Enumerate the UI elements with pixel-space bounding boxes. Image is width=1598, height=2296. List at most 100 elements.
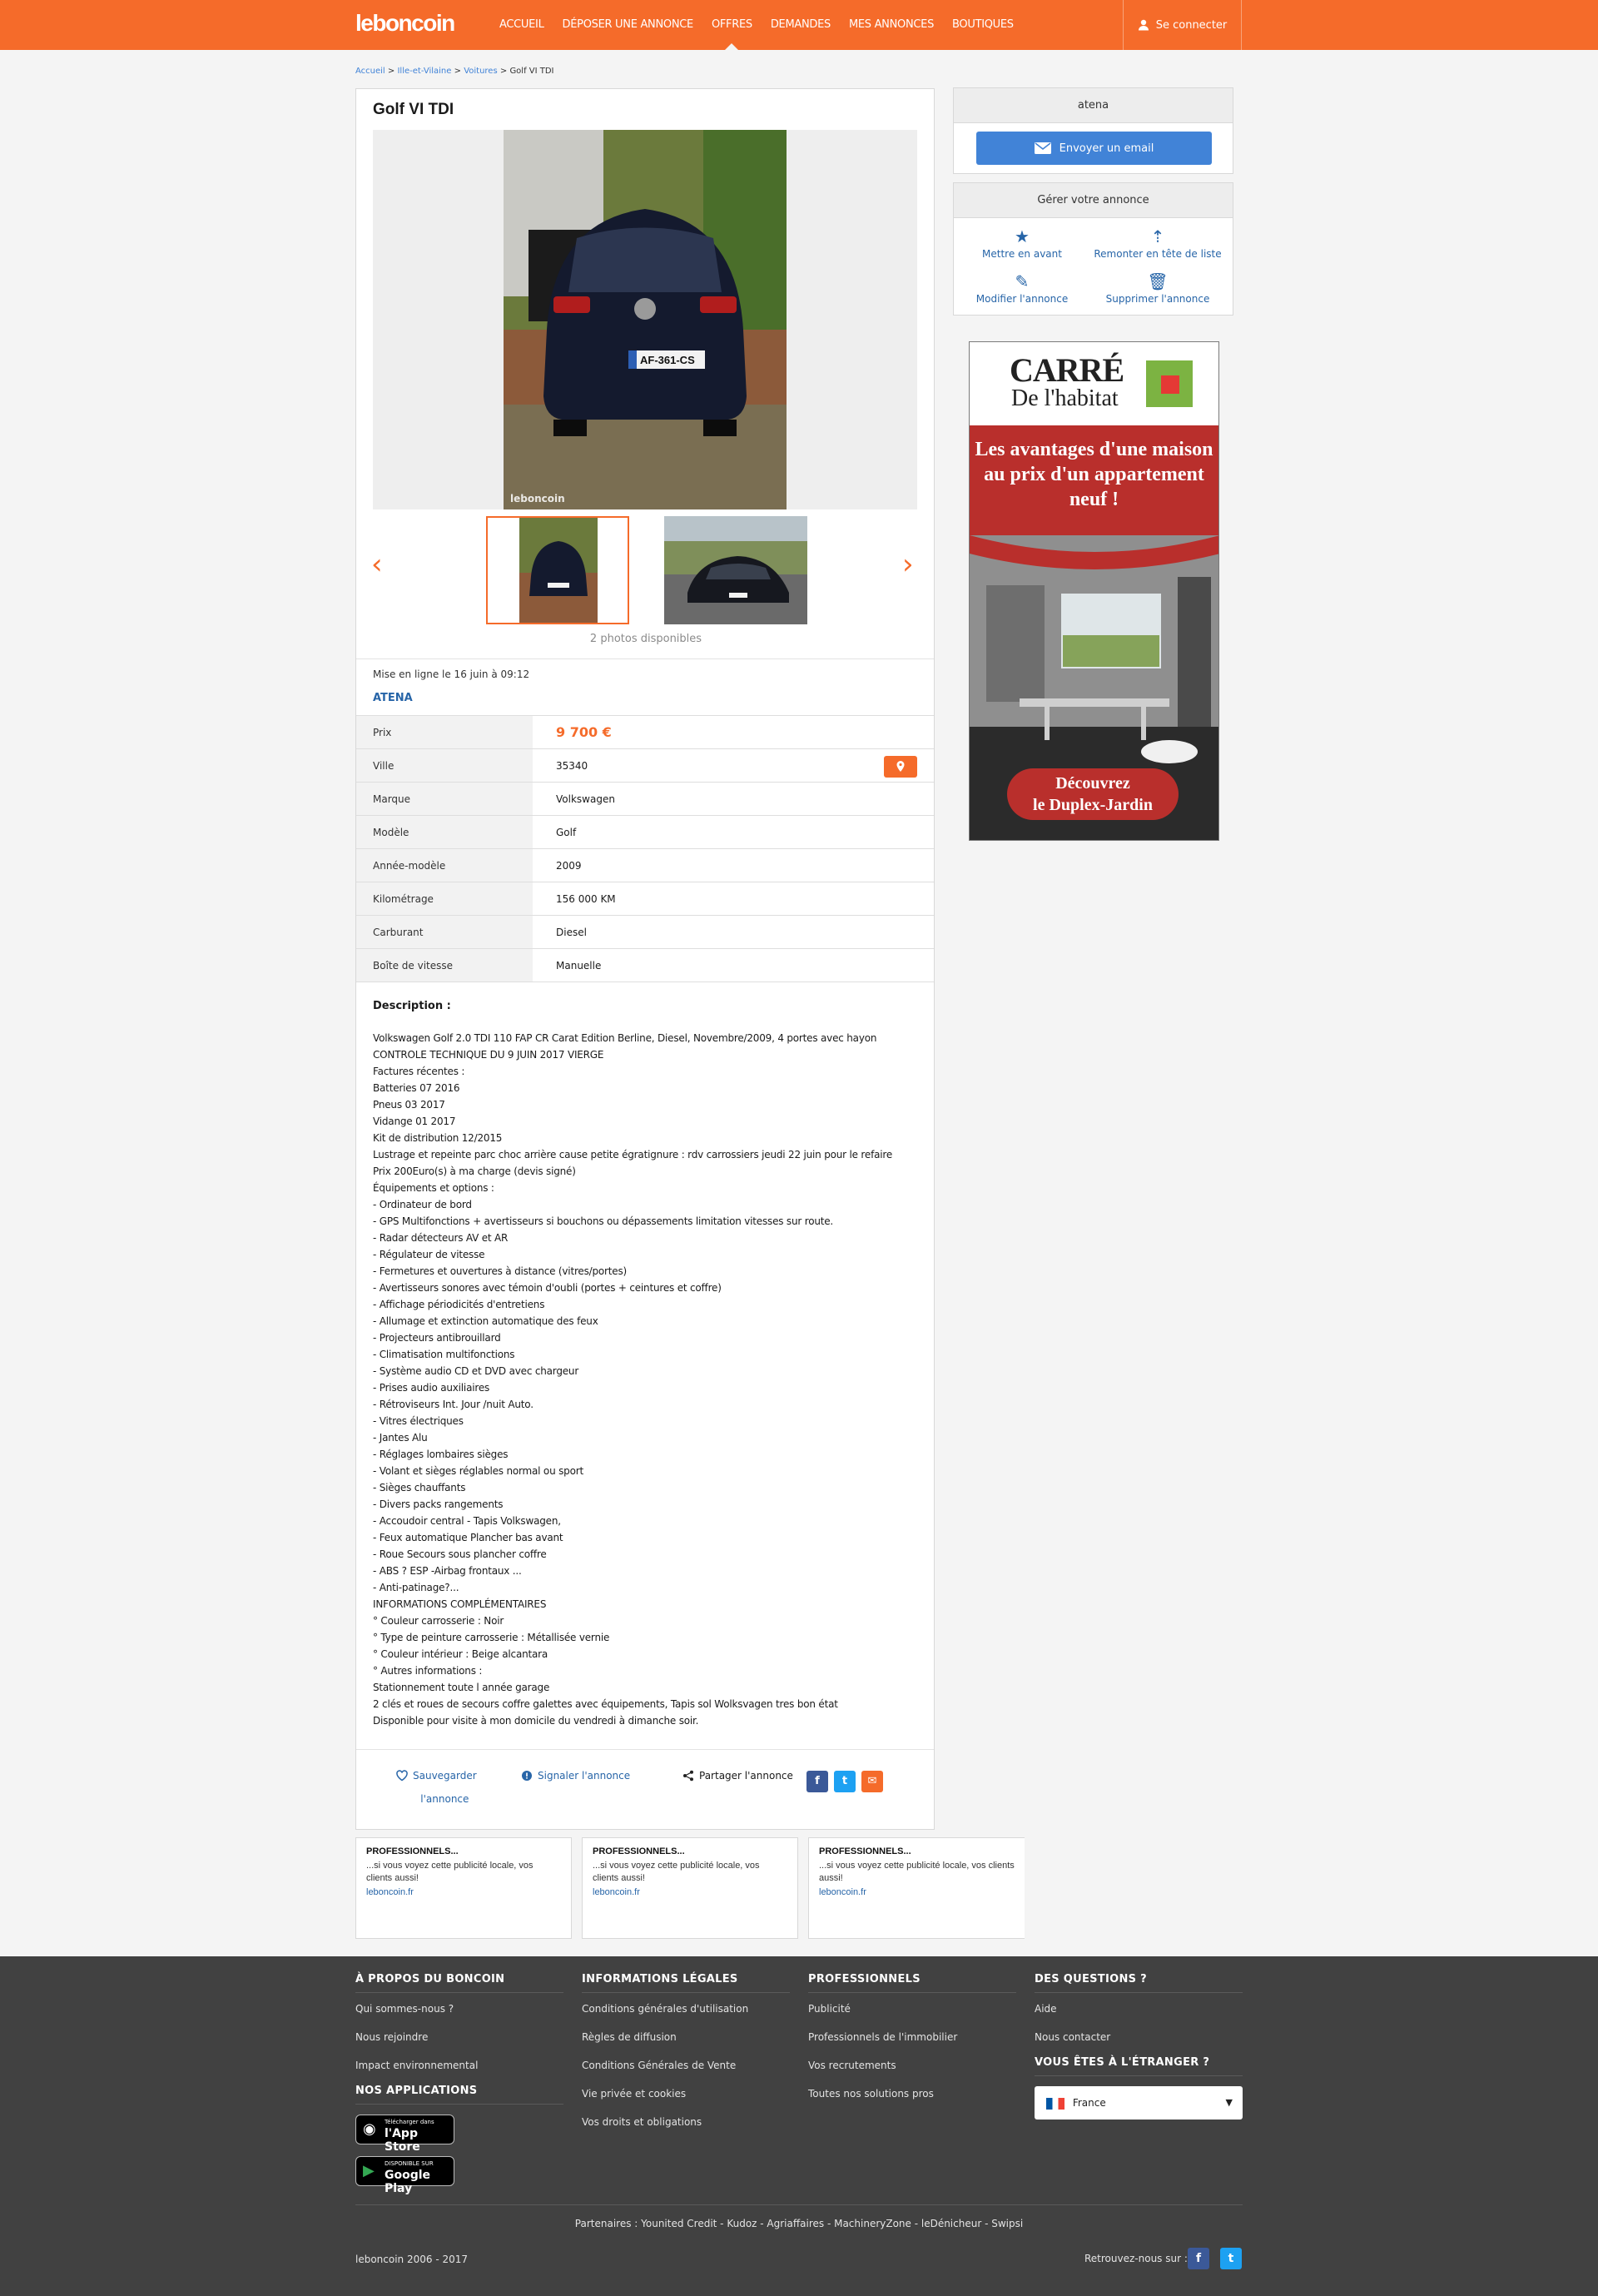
advert-interior-image: Découvrez le Duplex-Jardin [970, 535, 1218, 840]
footer-copyright: leboncoin 2006 - 2017 [355, 2254, 469, 2265]
footer-link[interactable]: Qui sommes-nous ? [355, 2003, 563, 2015]
bump-ad-button[interactable]: ⇡ Remonter en tête de liste [1091, 226, 1224, 260]
country-select[interactable]: France ▼ [1035, 2086, 1243, 2120]
photo-gallery: AF-361-CS leboncoin [373, 130, 917, 509]
footer-apps-title: NOS APPLICATIONS [355, 2085, 563, 2105]
app-store-caption: Télécharger dans [385, 2119, 434, 2125]
send-email-label: Envoyer un email [1059, 142, 1154, 155]
promote-ad-button[interactable]: ★ Mettre en avant [955, 226, 1089, 260]
share-email-icon[interactable]: ✉ [861, 1771, 883, 1792]
property-value: 2009 [556, 860, 582, 872]
trash-icon: 🗑 [1147, 271, 1169, 291]
footer-twitter-icon[interactable]: t [1220, 2248, 1242, 2269]
country-select-value: France [1072, 2097, 1106, 2109]
property-key: Ville [356, 749, 533, 782]
footer-abroad-title: VOUS ÊTES À L'ÉTRANGER ? [1035, 2056, 1243, 2076]
save-ad-label: Sauvegarder l'annonce [413, 1764, 477, 1811]
footer-link[interactable]: Nous rejoindre [355, 2031, 563, 2043]
property-row: Prix 9 700 € [356, 716, 934, 749]
property-value: Golf [556, 827, 577, 838]
thumbnail-car-photo [664, 516, 807, 624]
footer-link[interactable]: Vos droits et obligations [582, 2116, 790, 2128]
property-value: 35340 [556, 760, 588, 772]
save-ad-button[interactable]: Sauvegarder l'annonce [396, 1770, 477, 1811]
delete-ad-button[interactable]: 🗑 Supprimer l'annonce [1091, 271, 1224, 305]
breadcrumb-home[interactable]: Accueil [355, 67, 385, 76]
property-key: Marque [356, 783, 533, 815]
next-photo-arrow-icon[interactable]: › [902, 550, 914, 579]
footer-column-title: DES QUESTIONS ? [1035, 1973, 1243, 1993]
footer-column-about: À PROPOS DU BONCOIN Qui sommes-nous ? No… [355, 1973, 563, 2198]
leboncoin-logo[interactable]: leboncoin [355, 10, 455, 37]
pro-banner[interactable]: PROFESSIONNELS... ...si vous voyez cette… [808, 1837, 1025, 1939]
login-button[interactable]: Se connecter [1123, 0, 1242, 50]
pro-banner-link[interactable]: leboncoin.fr [593, 1887, 787, 1897]
app-store-label: l'App Store [385, 2127, 420, 2154]
footer-column-title: INFORMATIONS LÉGALES [582, 1973, 790, 1993]
nav-offres[interactable]: OFFRES [712, 0, 752, 50]
google-play-label: Google Play [385, 2169, 431, 2195]
map-pin-icon [896, 761, 905, 772]
map-button[interactable] [884, 756, 917, 778]
footer-link[interactable]: Conditions Générales de Vente [582, 2060, 790, 2071]
nav-boutiques[interactable]: BOUTIQUES [952, 0, 1014, 50]
footer-divider [355, 2204, 1243, 2205]
display-advert[interactable]: CARRÉ De l'habitat Les avantages d'une m… [969, 341, 1219, 841]
footer-link[interactable]: Publicité [808, 2003, 1016, 2015]
breadcrumb-category[interactable]: Voitures [464, 67, 497, 76]
svg-text:AF-361-CS: AF-361-CS [640, 354, 695, 366]
footer-link[interactable]: Impact environnemental [355, 2060, 563, 2071]
footer-link[interactable]: Toutes nos solutions pros [808, 2088, 1016, 2100]
advert-cta-button[interactable]: Découvrez le Duplex-Jardin [1007, 768, 1179, 820]
property-value: 156 000 KM [556, 893, 616, 905]
footer-link[interactable]: Règles de diffusion [582, 2031, 790, 2043]
breadcrumb: Accueil > Ille-et-Vilaine > Voitures > G… [355, 67, 554, 76]
photo-watermark: leboncoin [510, 493, 565, 504]
share-twitter-icon[interactable]: t [834, 1771, 856, 1792]
ad-actions-bar: Sauvegarder l'annonce Signaler l'annonce… [356, 1749, 934, 1829]
footer-link[interactable]: Vos recrutements [808, 2060, 1016, 2071]
send-email-button[interactable]: Envoyer un email [976, 132, 1212, 165]
footer-facebook-icon[interactable]: f [1188, 2248, 1209, 2269]
pro-banner[interactable]: PROFESSIONNELS... ...si vous voyez cette… [355, 1837, 572, 1939]
property-key: Modèle [356, 816, 533, 848]
footer-follow-us: Retrouvez-nous sur : [1084, 2253, 1188, 2264]
thumbnail-car-photo [488, 518, 628, 623]
seller-name[interactable]: ATENA [373, 692, 413, 704]
thumbnail-2[interactable] [664, 516, 807, 624]
pro-banner[interactable]: PROFESSIONNELS... ...si vous voyez cette… [582, 1837, 798, 1939]
heart-icon [396, 1770, 408, 1782]
advert-logo-icon [1146, 360, 1193, 407]
property-row: Kilométrage 156 000 KM [356, 882, 934, 916]
nav-accueil[interactable]: ACCUEIL [499, 0, 544, 50]
breadcrumb-region[interactable]: Ille-et-Vilaine [397, 67, 451, 76]
pro-banner-text: ...si vous voyez cette publicité locale,… [593, 1861, 760, 1883]
share-facebook-icon[interactable]: f [806, 1771, 828, 1792]
pencil-icon: ✎ [1015, 271, 1030, 291]
car-photo: AF-361-CS [504, 130, 787, 509]
property-row: Carburant Diesel [356, 916, 934, 949]
google-play-caption: DISPONIBLE SUR [385, 2160, 434, 2167]
app-store-button[interactable]: ◉ Télécharger dans l'App Store [355, 2115, 454, 2154]
pro-banner-link[interactable]: leboncoin.fr [819, 1887, 1015, 1897]
envelope-icon [1034, 142, 1051, 154]
nav-demandes[interactable]: DEMANDES [771, 0, 831, 50]
thumbnail-1[interactable] [486, 516, 629, 624]
footer-link[interactable]: Conditions générales d'utilisation [582, 2003, 790, 2015]
pro-banner-link[interactable]: leboncoin.fr [366, 1887, 561, 1897]
google-play-button[interactable]: ▶ DISPONIBLE SUR Google Play [355, 2156, 454, 2195]
prev-photo-arrow-icon[interactable]: ‹ [371, 550, 383, 579]
footer-column-questions: DES QUESTIONS ? Aide Nous contacter VOUS… [1035, 1973, 1243, 2120]
footer-link[interactable]: Vie privée et cookies [582, 2088, 790, 2100]
footer-link[interactable]: Professionnels de l'immobilier [808, 2031, 1016, 2043]
edit-ad-button[interactable]: ✎ Modifier l'annonce [955, 271, 1089, 305]
pro-banner-title: PROFESSIONNELS... [366, 1846, 459, 1856]
nav-mes-annonces[interactable]: MES ANNONCES [849, 0, 934, 50]
nav-deposer-annonce[interactable]: DÉPOSER UNE ANNONCE [563, 0, 694, 50]
footer-link[interactable]: Nous contacter [1035, 2031, 1243, 2043]
share-ad: Partager l'annonce [682, 1770, 793, 1782]
report-ad-button[interactable]: Signaler l'annonce [521, 1770, 630, 1782]
pro-banner-title: PROFESSIONNELS... [819, 1846, 911, 1856]
main-photo[interactable]: AF-361-CS leboncoin [504, 130, 787, 509]
footer-link[interactable]: Aide [1035, 2003, 1243, 2015]
